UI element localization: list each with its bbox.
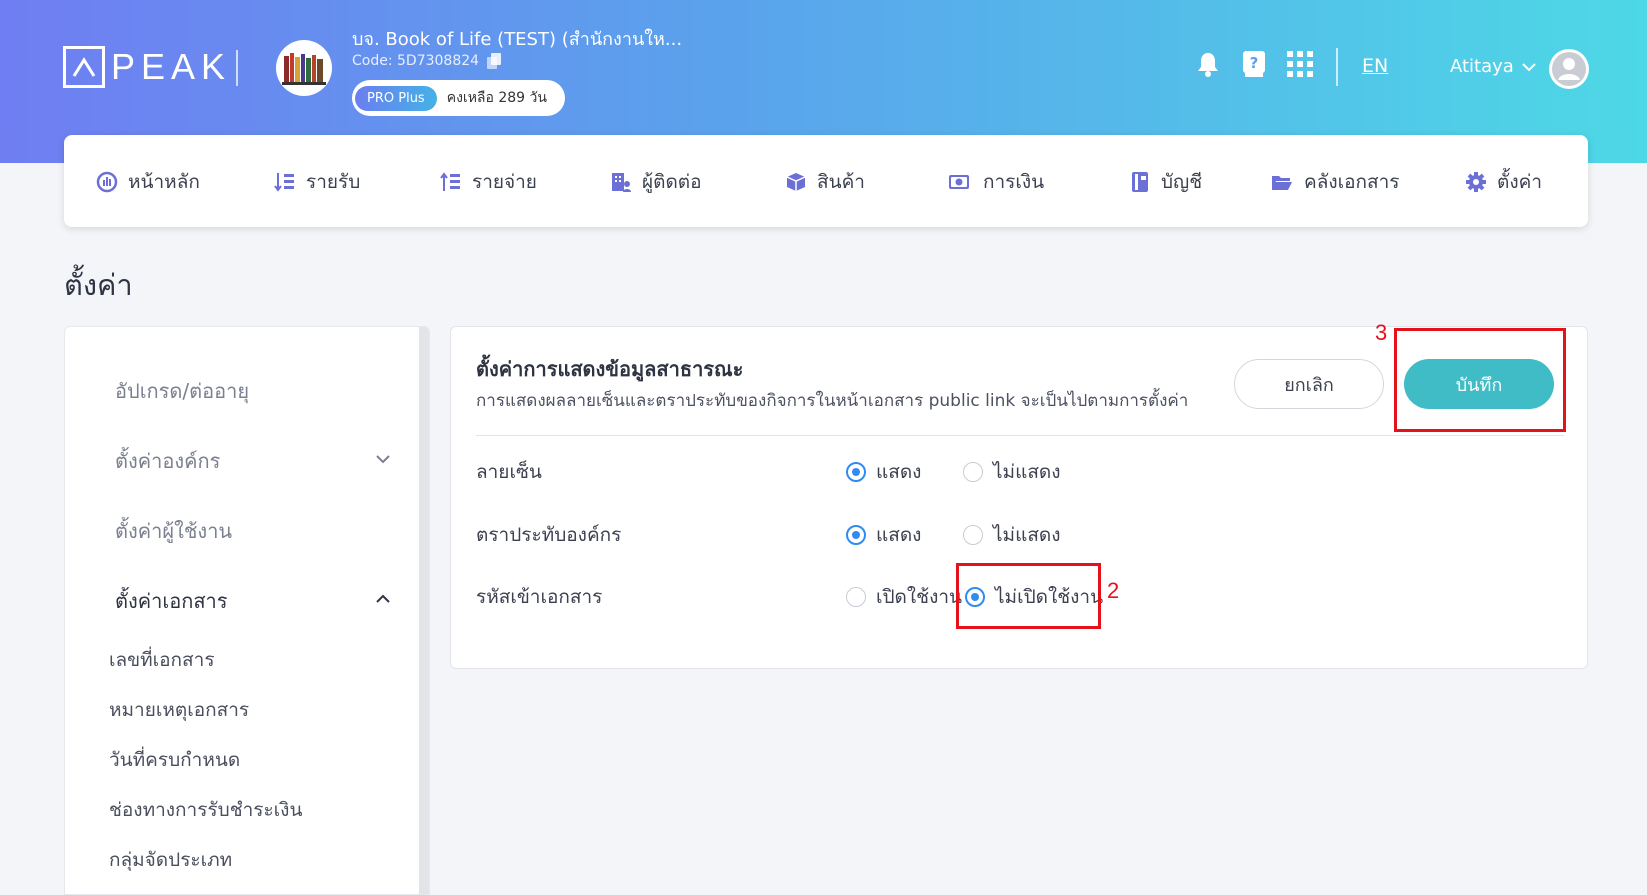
stamp-show-radio[interactable]: แสดง xyxy=(846,520,921,550)
plan-badge: PRO Plus xyxy=(355,85,437,111)
radio-unselected[interactable] xyxy=(846,587,866,607)
folder-icon xyxy=(1272,176,1292,190)
contacts-icon xyxy=(612,173,631,192)
radio-label: แสดง xyxy=(876,461,922,483)
radio-selected[interactable] xyxy=(846,462,866,482)
signature-show-radio[interactable]: แสดง xyxy=(846,457,921,487)
cancel-button[interactable]: ยกเลิก xyxy=(1234,359,1384,409)
annotation-box-3 xyxy=(1394,328,1566,432)
language-switch[interactable]: EN xyxy=(1362,55,1388,77)
nav-item-contacts[interactable]: ผู้ติดต่อ xyxy=(610,167,702,197)
document-password-label: รหัสเข้าเอกสาร xyxy=(476,586,603,608)
nav-item-products[interactable]: สินค้า xyxy=(785,167,865,197)
nav-item-expense[interactable]: รายจ่าย xyxy=(440,167,537,197)
nav-label: คลังเอกสาร xyxy=(1304,171,1400,193)
nav-label: รายรับ xyxy=(306,171,361,193)
header-divider xyxy=(236,50,238,86)
nav-label: ตั้งค่า xyxy=(1497,171,1542,193)
sidebar-item-doc-settings[interactable]: ตั้งค่าเอกสาร xyxy=(115,585,228,617)
finance-icon xyxy=(949,175,969,189)
nav-label: สินค้า xyxy=(817,171,865,193)
sidebar-scrollbar[interactable] xyxy=(419,327,429,894)
company-code: Code: 5D7308824 xyxy=(352,53,502,69)
nav-label: ผู้ติดต่อ xyxy=(642,171,702,193)
main-nav: หน้าหลัก รายรับ รายจ่าย ผู้ติดต่อ สินค้า… xyxy=(64,135,1588,227)
help-book-icon[interactable]: ? xyxy=(1241,50,1267,78)
sidebar-subitem-doc-number[interactable]: เลขที่เอกสาร xyxy=(109,645,215,675)
radio-label: แสดง xyxy=(876,524,922,546)
plan-days-left: คงเหลือ 289 วัน xyxy=(446,90,547,106)
accounting-icon xyxy=(1132,172,1148,192)
radio-unselected[interactable] xyxy=(963,462,983,482)
nav-label: การเงิน xyxy=(983,171,1045,193)
chevron-up-icon[interactable] xyxy=(375,591,391,607)
sidebar-subitem-doc-remark[interactable]: หมายเหตุเอกสาร xyxy=(109,695,249,725)
dashboard-icon xyxy=(96,171,118,193)
nav-item-home[interactable]: หน้าหลัก xyxy=(96,167,200,197)
company-logo[interactable] xyxy=(276,40,332,96)
chevron-down-icon xyxy=(1522,62,1536,71)
company-code-text: Code: 5D7308824 xyxy=(352,53,480,69)
gear-icon xyxy=(1466,172,1486,192)
annotation-number-2: 2 xyxy=(1107,578,1120,603)
bell-icon[interactable] xyxy=(1195,50,1221,78)
nav-label: รายจ่าย xyxy=(472,171,537,193)
expense-icon xyxy=(440,172,460,191)
radio-label: เปิดใช้งาน xyxy=(876,586,963,608)
panel-title: ตั้งค่าการแสดงข้อมูลสาธารณะ xyxy=(476,357,744,381)
annotation-box-2 xyxy=(956,563,1101,629)
signature-hide-radio[interactable]: ไม่แสดง xyxy=(963,457,1061,487)
radio-unselected[interactable] xyxy=(963,525,983,545)
nav-item-finance[interactable]: การเงิน xyxy=(945,167,1044,197)
radio-selected[interactable] xyxy=(846,525,866,545)
nav-item-accounting[interactable]: บัญชี xyxy=(1129,167,1202,197)
income-icon xyxy=(274,173,294,192)
panel-description: การแสดงผลลายเซ็นและตราประทับของกิจการในห… xyxy=(476,391,1189,411)
chevron-down-icon[interactable] xyxy=(375,451,391,467)
radio-label: ไม่แสดง xyxy=(993,524,1061,546)
product-icon xyxy=(786,173,806,191)
logo-text: PEAK xyxy=(111,46,232,87)
sidebar-item-user-settings[interactable]: ตั้งค่าผู้ใช้งาน xyxy=(115,515,232,547)
nav-label: หน้าหลัก xyxy=(128,171,200,193)
nav-item-documents[interactable]: คลังเอกสาร xyxy=(1270,167,1400,197)
user-avatar[interactable] xyxy=(1549,49,1589,89)
svg-text:?: ? xyxy=(1250,54,1259,72)
apps-grid-icon[interactable] xyxy=(1287,50,1313,78)
stamp-hide-radio[interactable]: ไม่แสดง xyxy=(963,520,1061,550)
panel-divider xyxy=(476,435,1564,436)
user-icon xyxy=(1552,52,1586,86)
logo-mark-icon xyxy=(63,46,105,88)
peak-logo[interactable]: PEAK xyxy=(63,46,231,88)
plan-status[interactable]: PRO Plus คงเหลือ 289 วัน xyxy=(352,80,565,116)
radio-label: ไม่แสดง xyxy=(993,461,1061,483)
sidebar-item-upgrade[interactable]: อัปเกรด/ต่ออายุ xyxy=(115,375,249,407)
sidebar-item-org-settings[interactable]: ตั้งค่าองค์กร xyxy=(115,445,220,477)
nav-item-income[interactable]: รายรับ xyxy=(274,167,360,197)
page-title: ตั้งค่า xyxy=(64,268,133,302)
password-enable-radio[interactable]: เปิดใช้งาน xyxy=(846,582,962,612)
company-name: บจ. Book of Life (TEST) (สำนักงานให... xyxy=(352,29,683,50)
copy-icon[interactable] xyxy=(487,53,502,69)
header-actions: ? xyxy=(1195,50,1313,78)
username-label: Atitaya xyxy=(1450,56,1514,77)
user-menu[interactable]: Atitaya xyxy=(1450,56,1536,77)
settings-sidebar: อัปเกรด/ต่ออายุ ตั้งค่าองค์กร ตั้งค่าผู้… xyxy=(64,326,430,895)
nav-item-settings[interactable]: ตั้งค่า xyxy=(1465,167,1542,197)
annotation-number-3: 3 xyxy=(1375,320,1388,345)
signature-label: ลายเซ็น xyxy=(476,461,542,483)
header-divider-right xyxy=(1336,48,1338,86)
sidebar-subitem-payment-channel[interactable]: ช่องทางการรับชำระเงิน xyxy=(109,795,302,825)
sidebar-subitem-category-group[interactable]: กลุ่มจัดประเภท xyxy=(109,845,232,875)
sidebar-subitem-due-date[interactable]: วันที่ครบกำหนด xyxy=(109,745,240,775)
nav-label: บัญชี xyxy=(1161,171,1203,193)
company-stamp-label: ตราประทับองค์กร xyxy=(476,524,622,546)
